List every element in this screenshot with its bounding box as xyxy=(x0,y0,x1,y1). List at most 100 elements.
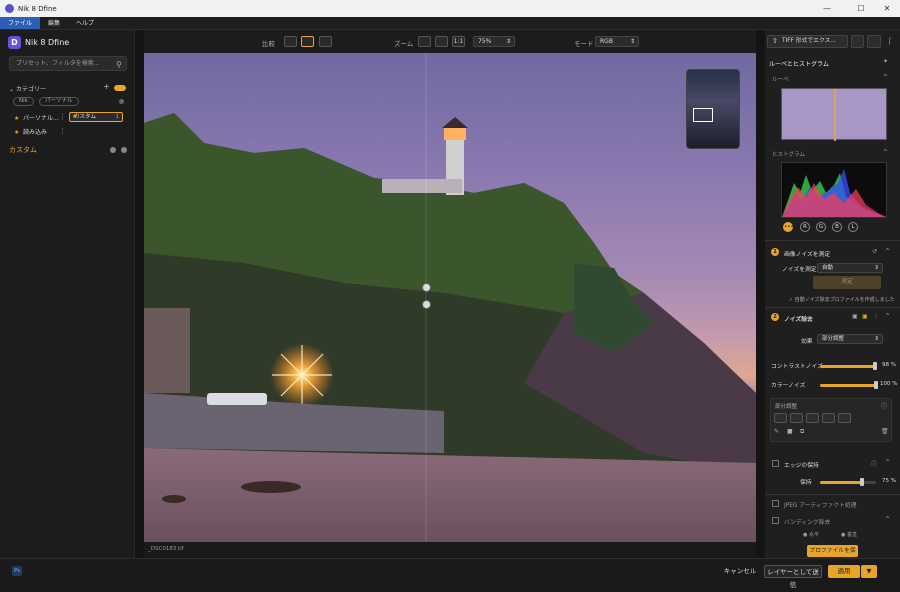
channel-all-button[interactable]: ••• xyxy=(783,222,794,232)
measure-button[interactable]: 測定 xyxy=(813,276,881,289)
preset-custom[interactable]: ★ カスタム 1 xyxy=(69,112,123,122)
add-category-icon[interactable]: + xyxy=(103,82,110,91)
measure-mode-value: 自動 xyxy=(822,265,834,271)
zoom-fit-button[interactable] xyxy=(418,36,431,47)
color-noise-slider[interactable] xyxy=(820,381,878,389)
mode-select[interactable]: RGB ⇕ xyxy=(595,36,639,47)
filter-personal[interactable]: パーソナル xyxy=(39,97,79,106)
keep-knob[interactable] xyxy=(860,478,864,486)
control-point-handle[interactable] xyxy=(422,283,431,292)
navigator-thumbnail[interactable] xyxy=(686,69,740,149)
minimize-icon[interactable]: — xyxy=(812,0,842,17)
compare-side-button[interactable] xyxy=(319,36,332,47)
compare-single-button[interactable] xyxy=(284,36,297,47)
zoom-fill-button[interactable] xyxy=(435,36,448,47)
menu-help[interactable]: ヘルプ xyxy=(68,17,102,29)
spinner-icon: ⇕ xyxy=(505,38,511,45)
jpeg-artifact-checkbox[interactable] xyxy=(772,500,779,507)
chevron-up-icon[interactable]: ^ xyxy=(883,74,888,81)
categories-header[interactable]: ⌄ カテゴリー xyxy=(9,84,46,93)
preset-import[interactable]: ★ 読み込み xyxy=(12,127,62,138)
chevron-up-icon[interactable]: ^ xyxy=(885,516,890,523)
star-icon: ★ xyxy=(14,129,20,136)
filter-nik[interactable]: Nik xyxy=(13,97,34,106)
chevron-up-icon[interactable]: ^ xyxy=(885,248,890,255)
eyedropper-icon[interactable]: ✎ xyxy=(774,428,779,435)
menu-file[interactable]: ファイル xyxy=(0,17,41,29)
control-point-tool[interactable] xyxy=(774,413,787,423)
preset-personal[interactable]: ★ パーソナル... xyxy=(12,113,62,124)
help-icon[interactable]: ⓘ xyxy=(871,459,877,468)
apply-button[interactable]: 適用 xyxy=(828,565,860,578)
zoom-select[interactable]: 75% ⇕ xyxy=(473,36,515,47)
landscape-photo xyxy=(144,53,756,542)
banding-checkbox[interactable] xyxy=(772,517,779,524)
preset-label: 読み込み xyxy=(23,129,48,136)
channel-b-button[interactable]: B xyxy=(832,222,842,232)
show-mask-icon[interactable]: ■ xyxy=(787,428,793,435)
copy-icon[interactable]: ⧉ xyxy=(800,428,804,436)
left-collapse-handle[interactable] xyxy=(135,30,144,558)
more-icon[interactable]: ⋮ xyxy=(873,313,879,320)
filter-more-icon[interactable] xyxy=(119,99,124,104)
compare-split-button[interactable] xyxy=(301,36,314,47)
cancel-button[interactable]: キャンセル xyxy=(722,565,758,578)
keep-slider[interactable] xyxy=(820,478,876,486)
zoom-1to1-button[interactable]: 1:1 xyxy=(452,36,465,47)
preview-icon[interactable]: ▣ xyxy=(862,313,868,320)
export-dropdown-button[interactable] xyxy=(851,35,864,48)
search-icon[interactable]: ⚲ xyxy=(116,58,122,71)
color-noise-knob[interactable] xyxy=(874,381,878,389)
favorites-toggle[interactable] xyxy=(114,85,126,91)
close-icon[interactable]: ✕ xyxy=(872,0,900,17)
brush-tool[interactable] xyxy=(822,413,835,423)
noise-section-title: ノイズ除去 xyxy=(784,317,813,323)
custom-menu-icon[interactable] xyxy=(121,147,127,153)
add-preset-icon[interactable] xyxy=(110,147,116,153)
measure-mode-select[interactable]: 自動 ⇕ xyxy=(817,263,883,273)
auto-note-text: 自動ノイズ除去プロファイルを作成しました xyxy=(794,297,895,303)
pin-icon[interactable]: ✦ xyxy=(883,58,888,65)
channel-l-button[interactable]: L xyxy=(848,222,858,232)
image-canvas[interactable] xyxy=(144,53,756,542)
menu-edit[interactable]: 編集 xyxy=(40,17,68,29)
apply-options-button[interactable]: ▼ xyxy=(861,565,877,578)
app-logo: D xyxy=(8,36,21,49)
channel-g-button[interactable]: G xyxy=(816,222,826,232)
export-button[interactable]: ⇧ TIFF 形式でエクス... xyxy=(767,35,848,48)
chevron-up-icon[interactable]: ^ xyxy=(883,149,888,156)
menu-bar: ファイル 編集 ヘルプ xyxy=(0,17,900,30)
lasso-tool[interactable] xyxy=(806,413,819,423)
save-profile-button[interactable]: プロファイルを保存 xyxy=(807,545,858,566)
preset-menu-icon[interactable]: ⋮ xyxy=(59,127,66,135)
gradient-tool[interactable] xyxy=(838,413,851,423)
control-point-minus-tool[interactable] xyxy=(790,413,803,423)
spinner-icon: ⇕ xyxy=(629,38,635,45)
color-noise-label: カラーノイズ xyxy=(771,383,806,389)
help-icon[interactable]: ⓘ xyxy=(881,401,887,410)
loupe-preview xyxy=(781,88,887,141)
chevron-up-icon[interactable]: ^ xyxy=(885,459,890,466)
contrast-noise-knob[interactable] xyxy=(872,362,877,370)
right-collapse-handle[interactable] xyxy=(756,30,765,558)
chevron-up-icon[interactable]: ^ xyxy=(885,313,890,320)
send-as-layer-button[interactable]: レイヤーとして送信 xyxy=(764,565,822,589)
control-point-handle[interactable] xyxy=(422,300,431,309)
collapse-icon[interactable]: ⌠ xyxy=(888,38,891,45)
effect-select[interactable]: 部分調整 ⇕ xyxy=(817,334,883,344)
search-input[interactable]: プリセット、フィルタを検索... ⚲ xyxy=(9,56,127,71)
histogram-label: ヒストグラム xyxy=(772,152,805,158)
edge-preserve-checkbox[interactable] xyxy=(772,460,779,467)
navigator-viewport[interactable] xyxy=(693,108,713,122)
mask-icon[interactable]: ▣ xyxy=(852,313,858,320)
right-panel: ⇧ TIFF 形式でエクス... ⌠ ルーペとヒストグラム ✦ ルーペ ^ ヒスト… xyxy=(765,30,900,566)
color-noise-fill xyxy=(820,384,876,387)
reset-icon[interactable]: ↺ xyxy=(872,248,877,255)
photoshop-icon: Ps xyxy=(12,566,22,576)
contrast-noise-slider[interactable] xyxy=(820,362,877,370)
trash-icon[interactable]: 🗑 xyxy=(881,428,889,435)
preset-menu-icon[interactable]: ⋮ xyxy=(59,113,66,121)
window-title: Nik 8 Dfine xyxy=(18,4,57,13)
channel-r-button[interactable]: R xyxy=(800,222,810,232)
history-button[interactable] xyxy=(867,35,881,48)
